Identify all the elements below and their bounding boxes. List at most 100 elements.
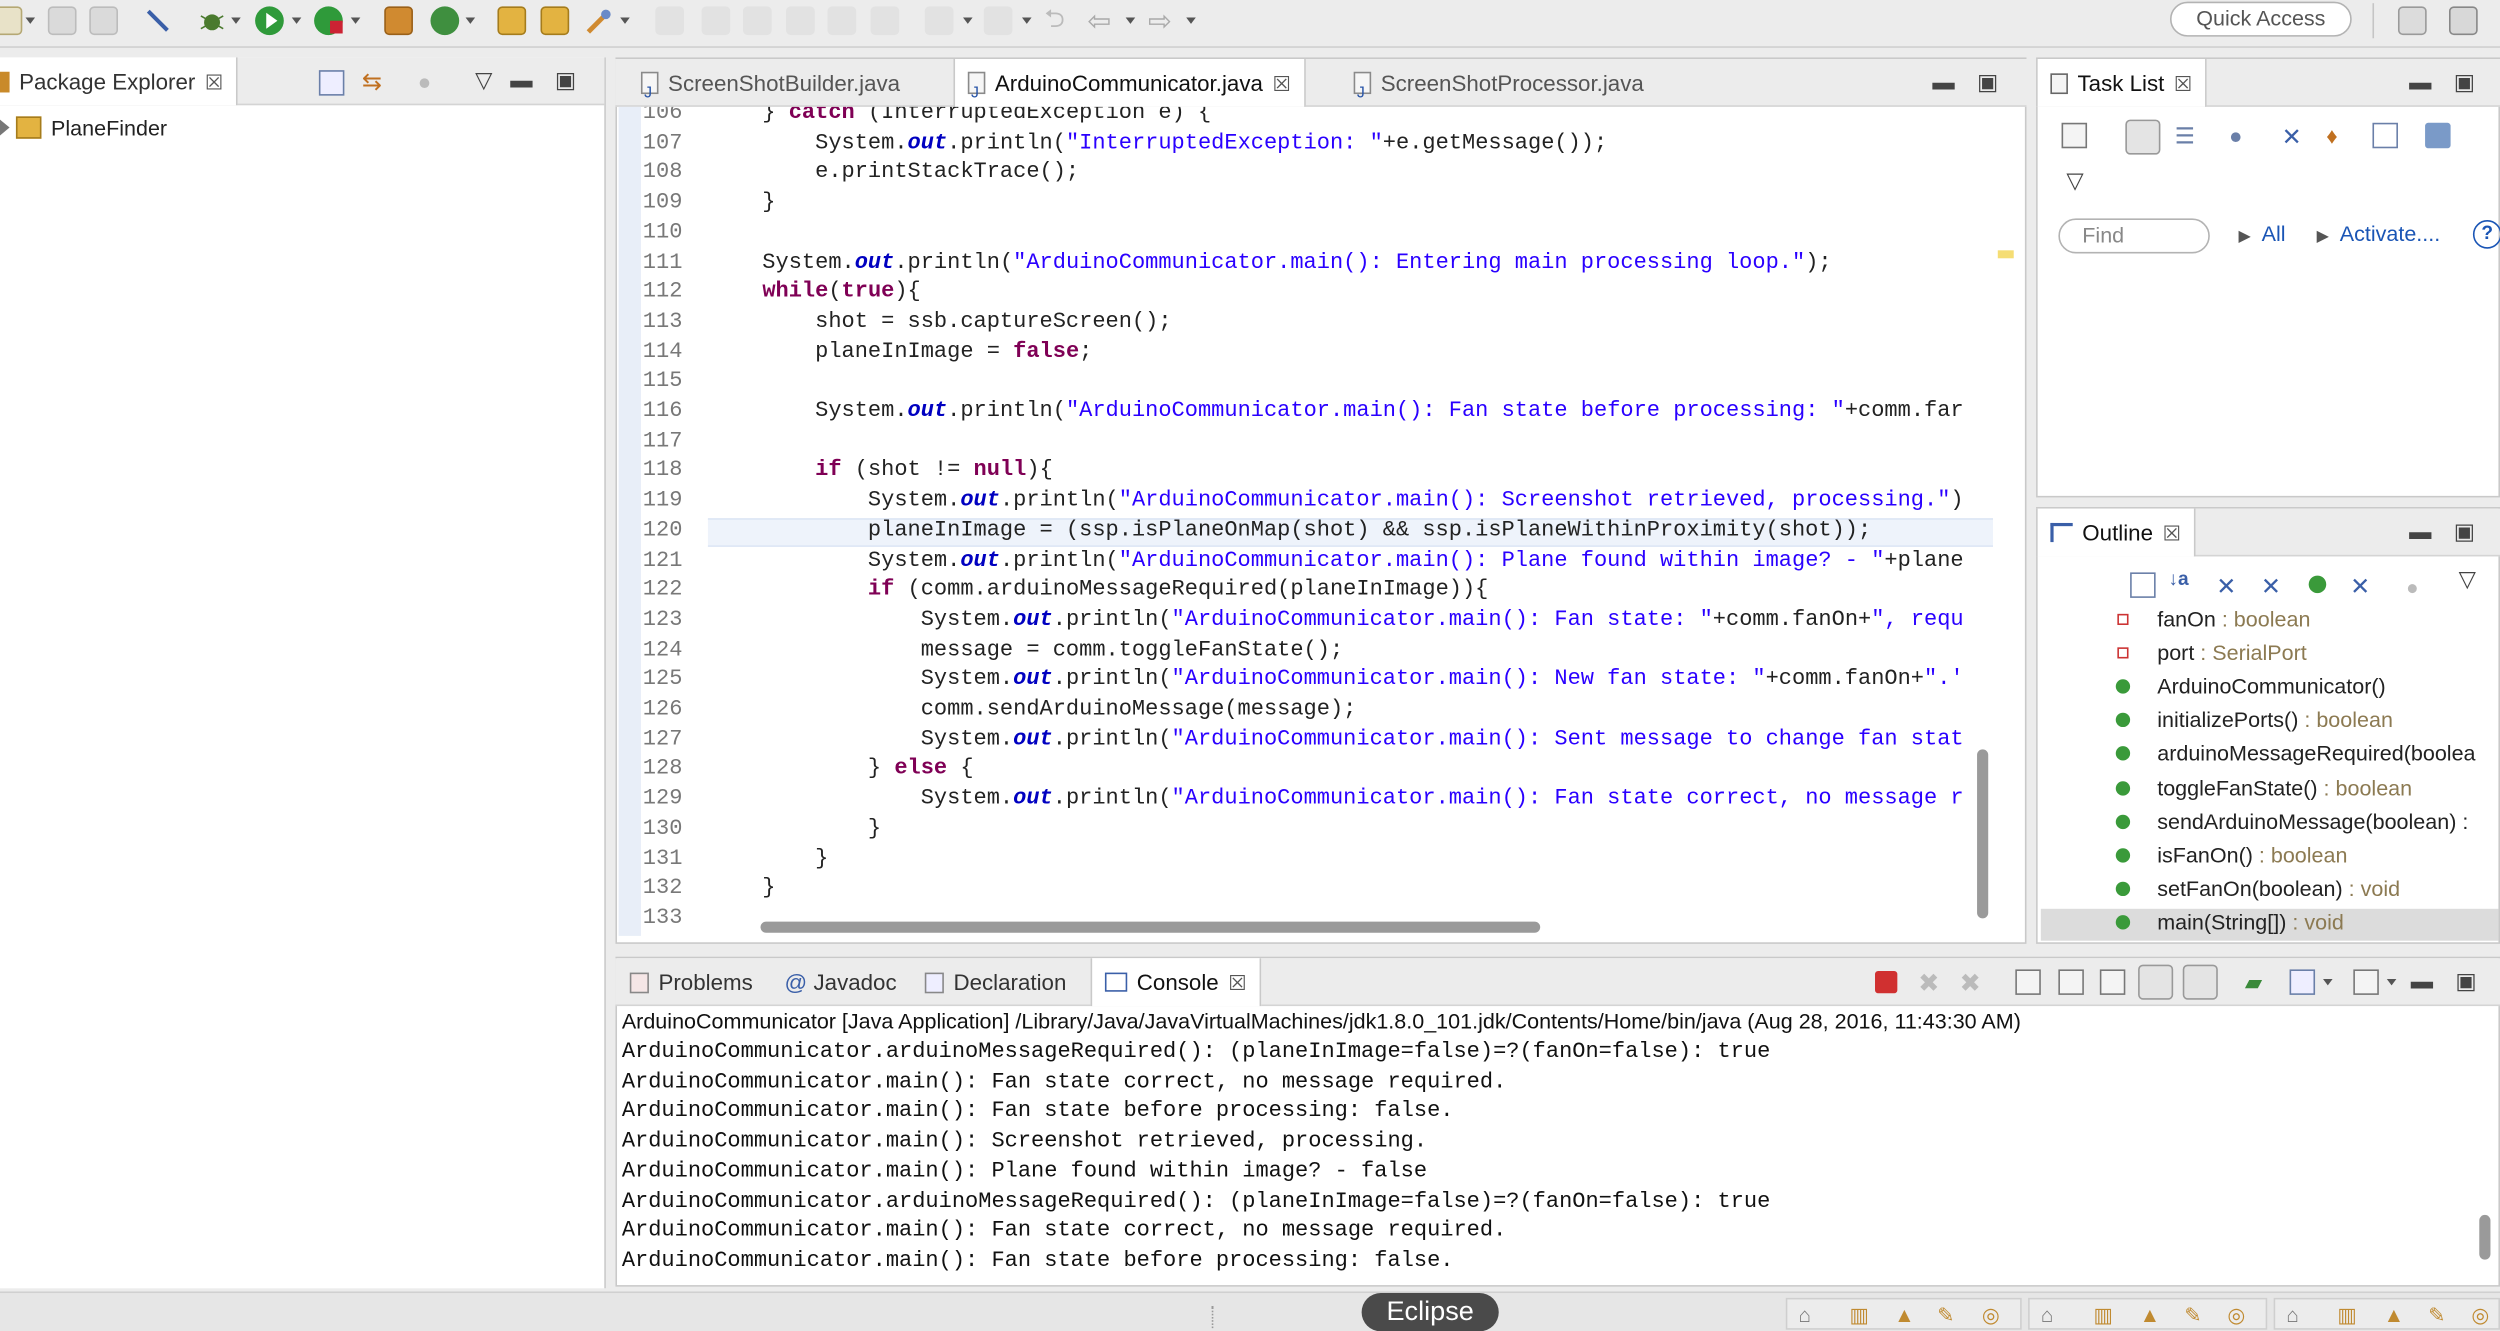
tab-task-list[interactable]: Task List ☒: [2036, 58, 2207, 107]
view-menu-icon[interactable]: ▽: [2459, 566, 2476, 593]
find-input[interactable]: Find: [2058, 218, 2210, 254]
close-icon[interactable]: ☒: [1272, 72, 1291, 96]
code-line[interactable]: comm.sendArduinoMessage(message);: [710, 697, 1993, 727]
new-class-dropdown-arrow[interactable]: [465, 17, 476, 24]
whitespace-icon[interactable]: [786, 6, 815, 36]
code-area[interactable]: 106 } catch (InterruptedException e) {10…: [641, 107, 1994, 936]
editor-horizontal-scrollbar[interactable]: [760, 921, 1541, 933]
new-package-icon[interactable]: [384, 6, 413, 36]
tab-javadoc[interactable]: @ Javadoc: [775, 958, 906, 1006]
code-line[interactable]: System.out.println("ArduinoCommunicator.…: [710, 727, 1993, 757]
search-dropdown-arrow[interactable]: [620, 17, 630, 24]
code-line[interactable]: shot = ssb.captureScreen();: [710, 309, 1993, 339]
external-tools-icon[interactable]: [314, 6, 343, 36]
maximize-icon[interactable]: ▣: [2454, 518, 2475, 545]
code-line[interactable]: System.out.println("ArduinoCommunicator.…: [710, 488, 1993, 518]
filter-icon[interactable]: ●: [418, 69, 444, 96]
new-file-icon[interactable]: [0, 6, 23, 36]
scroll-lock-icon[interactable]: [2058, 969, 2084, 995]
code-line[interactable]: }: [710, 846, 1993, 876]
maximize-icon[interactable]: ▣: [555, 67, 576, 94]
focus-icon[interactable]: ♦: [2326, 123, 2352, 149]
close-icon[interactable]: ☒: [2174, 72, 2193, 96]
hide-local-types-icon[interactable]: ✕: [2350, 572, 2376, 601]
code-line[interactable]: if (shot != null){: [710, 458, 1993, 488]
hide-fields-icon[interactable]: ✕: [2216, 572, 2242, 601]
open-perspective-icon[interactable]: [2397, 6, 2427, 36]
new-task-icon[interactable]: [2061, 122, 2088, 149]
minimized-view-icon[interactable]: ▲: [1894, 1303, 1920, 1329]
tab-screenshotbuilder[interactable]: ScreenShotBuilder.java: [628, 59, 913, 118]
close-icon[interactable]: ☒: [1228, 971, 1247, 995]
code-line[interactable]: } catch (InterruptedException e) {: [710, 107, 1993, 130]
minimized-view-icon[interactable]: ✎: [1937, 1303, 1963, 1329]
close-icon[interactable]: ☒: [2163, 521, 2182, 545]
remove-launch-icon[interactable]: ✖: [1918, 968, 1944, 998]
minimized-view-icon[interactable]: ◎: [1982, 1303, 2008, 1329]
outline-item[interactable]: arduinoMessageRequired(boolea: [2115, 737, 2476, 770]
editor-vertical-scrollbar[interactable]: [1977, 749, 1989, 919]
minimized-view-icon[interactable]: ◎: [2227, 1303, 2253, 1329]
tab-outline[interactable]: Outline ☒: [2036, 508, 2196, 557]
java-perspective-icon[interactable]: [2448, 6, 2478, 36]
code-line[interactable]: e.printStackTrace();: [710, 160, 1993, 190]
minimized-view-icon[interactable]: ▥: [2337, 1303, 2363, 1329]
scheduled-icon[interactable]: ☰: [2175, 123, 2201, 149]
code-line[interactable]: }: [710, 816, 1993, 846]
new-dropdown-arrow[interactable]: [25, 17, 36, 24]
categorized-icon[interactable]: [2125, 119, 2161, 155]
code-line[interactable]: planeInImage = (ssp.isPlaneOnMap(shot) &…: [710, 518, 1993, 548]
block-select-icon[interactable]: [742, 6, 772, 36]
outline-item[interactable]: initializePorts() : boolean: [2115, 704, 2393, 737]
minimized-view-icon[interactable]: ▲: [2140, 1303, 2166, 1329]
code-line[interactable]: if (comm.arduinoMessageRequired(planeInI…: [710, 577, 1993, 607]
maximize-icon[interactable]: ▣: [2455, 968, 2476, 995]
hide-completed-icon[interactable]: ✕: [2282, 123, 2308, 151]
tab-problems[interactable]: Problems: [620, 958, 762, 1006]
close-icon[interactable]: ☒: [205, 70, 224, 94]
show-stdout-icon[interactable]: [2138, 964, 2174, 1000]
maximize-icon[interactable]: ▣: [1977, 69, 1998, 96]
link-icon[interactable]: ●: [2406, 576, 2432, 602]
search-icon[interactable]: [585, 6, 614, 35]
back-icon[interactable]: ⇦: [1087, 6, 1116, 35]
code-line[interactable]: System.out.println("ArduinoCommunicator.…: [710, 250, 1993, 280]
external-tools-dropdown-arrow[interactable]: [350, 17, 361, 24]
open-folder-icon[interactable]: [540, 6, 570, 36]
minimize-icon[interactable]: ▬: [2409, 69, 2431, 95]
code-line[interactable]: System.out.println("ArduinoCommunicator.…: [710, 667, 1993, 697]
save-all-icon[interactable]: [89, 6, 118, 36]
code-line[interactable]: System.out.println("ArduinoCommunicator.…: [710, 607, 1993, 637]
forward-dropdown-arrow[interactable]: [1186, 17, 1196, 24]
outline-item[interactable]: isFanOn() : boolean: [2115, 838, 2347, 871]
tab-screenshotprocessor[interactable]: ScreenShotProcessor.java: [1341, 59, 1657, 118]
last-edit-icon[interactable]: ⮌: [1044, 6, 1073, 35]
minimized-view-icon[interactable]: ▥: [1850, 1303, 1876, 1329]
minimized-view-icon[interactable]: ✎: [2184, 1303, 2210, 1329]
tab-console[interactable]: Console ☒: [1090, 958, 1262, 1007]
code-line[interactable]: message = comm.toggleFanState();: [710, 637, 1993, 667]
expand-arrow-icon[interactable]: [0, 119, 10, 136]
project-tree-item[interactable]: PlaneFinder: [0, 115, 167, 147]
next-annotation-icon[interactable]: [924, 6, 954, 36]
annotation-icon[interactable]: [701, 6, 731, 36]
tab-arduinocommunicator[interactable]: ArduinoCommunicator.java ☒: [953, 58, 1306, 118]
quick-access-field[interactable]: Quick Access: [2169, 1, 2352, 37]
code-line[interactable]: System.out.println("ArduinoCommunicator.…: [710, 399, 1993, 429]
minimize-icon[interactable]: ▬: [2409, 518, 2431, 544]
debug-icon[interactable]: [198, 6, 227, 35]
code-line[interactable]: [710, 369, 1993, 399]
word-wrap-icon[interactable]: [2099, 969, 2126, 995]
back-dropdown-arrow[interactable]: [1125, 17, 1136, 24]
prev-annotation-dropdown-arrow[interactable]: [1022, 17, 1032, 24]
collapse-all-icon[interactable]: [318, 70, 345, 96]
run-dropdown-arrow[interactable]: [291, 17, 302, 24]
view-menu-icon[interactable]: ▽: [2066, 167, 2083, 194]
collapse-all-icon[interactable]: [2130, 572, 2156, 598]
tab-declaration[interactable]: Declaration: [915, 958, 1076, 1006]
minimized-view-icon[interactable]: ⌂: [2041, 1303, 2067, 1329]
minimize-icon[interactable]: ▬: [2411, 968, 2433, 994]
show-stderr-icon[interactable]: [2182, 964, 2218, 1000]
outline-item[interactable]: toggleFanState() : boolean: [2115, 771, 2412, 804]
forward-icon[interactable]: ⇨: [1148, 6, 1177, 35]
